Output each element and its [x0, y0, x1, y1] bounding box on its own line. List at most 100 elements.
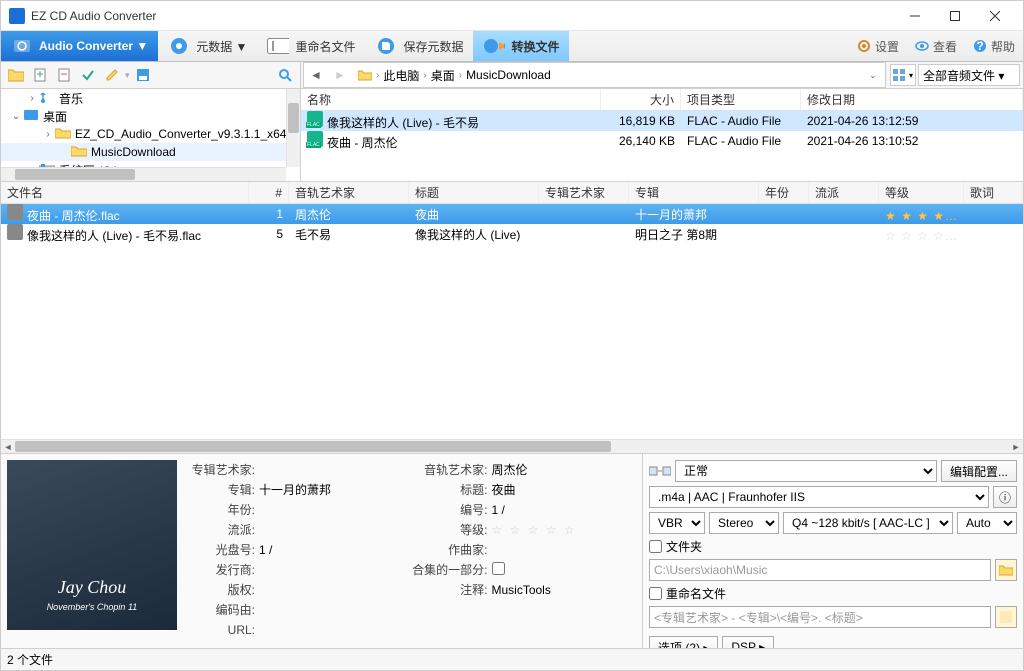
settings-label: 设置	[875, 38, 899, 55]
add-folder-button[interactable]	[5, 64, 27, 86]
remove-icon: −	[57, 68, 71, 82]
flac-icon	[307, 131, 323, 147]
main-toolbar: Audio Converter ▼ 元数据 ▼ 重命名文件 保存元数据 转换文件…	[1, 31, 1023, 62]
remove-button[interactable]: −	[53, 64, 75, 86]
nav-up-button[interactable]: ►	[328, 63, 352, 87]
view-label: 查看	[933, 38, 957, 55]
rating-stars[interactable]: ★ ★ ★ ★ ★	[879, 206, 964, 223]
search-button[interactable]	[274, 64, 296, 86]
field-trackno[interactable]: 1 /	[492, 503, 637, 517]
save-metadata-button[interactable]: 保存元数据	[365, 31, 473, 61]
field-track-artist[interactable]: 周杰伦	[492, 461, 637, 478]
priority-icon	[649, 464, 671, 478]
field-album[interactable]: 十一月的萧邦	[259, 481, 404, 498]
edit-config-button[interactable]: 编辑配置...	[941, 460, 1017, 482]
tree-scrollbar-vertical[interactable]	[286, 89, 300, 167]
tree-node-ezcd[interactable]: ›EZ_CD_Audio_Converter_v9.3.1.1_x64_l	[1, 125, 300, 143]
field-rating[interactable]: ☆ ☆ ☆ ☆ ☆	[492, 523, 637, 537]
nav-back-button[interactable]: ◄	[304, 63, 328, 87]
metadata-fields: 专辑艺术家: 音轨艺术家:周杰伦 专辑:十一月的萧邦 标题:夜曲 年份: 编号:…	[185, 460, 636, 642]
rename-button[interactable]: 重命名文件	[257, 31, 365, 61]
vbr-select[interactable]: VBR	[649, 512, 705, 534]
channels-select[interactable]: Stereo	[709, 512, 779, 534]
tcol-filename[interactable]: 文件名	[1, 182, 249, 203]
view-mode-button[interactable]: ▾	[890, 64, 916, 86]
add-file-button[interactable]: +	[29, 64, 51, 86]
close-button[interactable]	[975, 1, 1015, 31]
file-filter-dropdown[interactable]: 全部音频文件 ▾	[918, 64, 1020, 86]
tcol-num[interactable]: #	[249, 182, 289, 203]
help-button[interactable]: ? 帮助	[965, 31, 1023, 61]
disk-icon	[136, 68, 150, 82]
tcol-artist[interactable]: 音轨艺术家	[289, 182, 409, 203]
select-all-button[interactable]	[77, 64, 99, 86]
tree-node-music[interactable]: ›音乐	[1, 89, 300, 107]
convert-button[interactable]: 转换文件	[473, 31, 569, 61]
title-bar: EZ CD Audio Converter	[1, 1, 1023, 31]
breadcrumb: ◄ ► › 此电脑› 桌面› MusicDownload ⌄	[303, 62, 886, 88]
folder-checkbox[interactable]	[649, 540, 662, 553]
breadcrumb-seg-0[interactable]: 此电脑	[383, 67, 419, 84]
tcol-album[interactable]: 专辑	[629, 182, 759, 203]
tcol-rating[interactable]: 等级	[879, 182, 964, 203]
field-partof[interactable]	[492, 562, 637, 578]
rename-pattern-button[interactable]	[995, 606, 1017, 628]
minimize-button[interactable]	[895, 1, 935, 31]
field-title[interactable]: 夜曲	[492, 481, 637, 498]
col-type[interactable]: 项目类型	[681, 89, 801, 110]
filelist-row[interactable]: 像我这样的人 (Live) - 毛不易 16,819 KB FLAC - Aud…	[301, 111, 1023, 131]
breadcrumb-dropdown[interactable]: ⌄	[861, 63, 885, 87]
rename-checkbox[interactable]	[649, 587, 662, 600]
quality-select[interactable]: Q4 ~128 kbit/s [ AAC-LC ]	[783, 512, 953, 534]
tracklist-hscroll[interactable]: ◄►	[1, 439, 1023, 453]
album-cover[interactable]: Jay Chou November's Chopin 11	[7, 460, 177, 630]
filelist-row[interactable]: 夜曲 - 周杰伦 26,140 KB FLAC - Audio File 202…	[301, 131, 1023, 151]
tree-toolbar: + − ▾	[1, 62, 301, 88]
settings-button[interactable]: 设置	[849, 31, 907, 61]
breadcrumb-seg-1[interactable]: 桌面	[431, 67, 455, 84]
maximize-button[interactable]	[935, 1, 975, 31]
tcol-genre[interactable]: 流派	[809, 182, 879, 203]
metadata-menu[interactable]: 元数据 ▼	[158, 31, 257, 61]
tree-scrollbar-horizontal[interactable]	[1, 167, 286, 181]
save-list-button[interactable]	[132, 64, 154, 86]
col-modified[interactable]: 修改日期	[801, 89, 1023, 110]
breadcrumb-path[interactable]: › 此电脑› 桌面› MusicDownload	[352, 67, 861, 84]
tcol-year[interactable]: 年份	[759, 182, 809, 203]
tcol-albumartist[interactable]: 专辑艺术家	[539, 182, 629, 203]
bottom-panel: Jay Chou November's Chopin 11 专辑艺术家: 音轨艺…	[1, 453, 1023, 648]
save-meta-label: 保存元数据	[403, 38, 463, 55]
file-list: 名称 大小 项目类型 修改日期 像我这样的人 (Live) - 毛不易 16,8…	[301, 89, 1023, 181]
tree-node-musicdownload[interactable]: MusicDownload	[1, 143, 300, 161]
auto-select[interactable]: Auto	[957, 512, 1017, 534]
field-comment[interactable]: MusicTools	[492, 583, 637, 597]
track-row[interactable]: 夜曲 - 周杰伦.flac 1 周杰伦 夜曲 十一月的萧邦 ★ ★ ★ ★ ★	[1, 204, 1023, 224]
browse-folder-button[interactable]	[995, 559, 1017, 581]
format-info-button[interactable]: ⓘ	[993, 486, 1017, 508]
rename-icon	[267, 35, 289, 57]
window-title: EZ CD Audio Converter	[31, 9, 895, 23]
format-select[interactable]: .m4a | AAC | Fraunhofer IIS	[649, 486, 989, 508]
tcol-title[interactable]: 标题	[409, 182, 539, 203]
file-plus-icon: +	[33, 68, 47, 82]
col-size[interactable]: 大小	[601, 89, 681, 110]
audio-converter-menu[interactable]: Audio Converter ▼	[1, 31, 158, 61]
field-disc[interactable]: 1 /	[259, 543, 404, 557]
tree-node-desktop[interactable]: ⌄桌面	[1, 107, 300, 125]
breadcrumb-seg-2[interactable]: MusicDownload	[466, 68, 551, 82]
folder-icon	[999, 564, 1013, 576]
rating-stars[interactable]: ☆ ☆ ☆ ☆ ☆	[879, 226, 964, 243]
folder-checkbox-row: 文件夹	[649, 538, 1017, 555]
col-name[interactable]: 名称	[301, 89, 601, 110]
eye-icon	[915, 39, 929, 53]
priority-select[interactable]: 正常	[675, 460, 937, 482]
partof-checkbox[interactable]	[492, 562, 505, 575]
track-row[interactable]: 像我这样的人 (Live) - 毛不易.flac 5 毛不易 像我这样的人 (L…	[1, 224, 1023, 244]
tcol-lyrics[interactable]: 歌词	[964, 182, 1023, 203]
gear-icon	[857, 39, 871, 53]
view-button[interactable]: 查看	[907, 31, 965, 61]
help-label: 帮助	[991, 38, 1015, 55]
folder-tree[interactable]: ›音乐 ⌄桌面 ›EZ_CD_Audio_Converter_v9.3.1.1_…	[1, 89, 301, 181]
edit-button[interactable]	[101, 64, 123, 86]
rename-checkbox-row: 重命名文件	[649, 585, 1017, 602]
